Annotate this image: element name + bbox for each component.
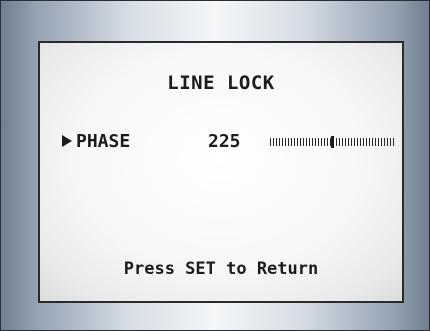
return-hint: Press SET to Return	[123, 259, 319, 279]
menu-title: LINE LOCK	[167, 72, 275, 94]
monitor-bezel: LINE LOCK PHASE 225 Press SET to Return	[0, 0, 430, 331]
right-triangle-icon	[62, 135, 72, 147]
phase-value: 225	[208, 131, 241, 152]
osd-screen: LINE LOCK PHASE 225 Press SET to Return	[38, 41, 404, 303]
phase-slider-knob[interactable]	[331, 136, 334, 148]
phase-label: PHASE	[76, 131, 131, 152]
phase-slider[interactable]	[270, 136, 396, 148]
